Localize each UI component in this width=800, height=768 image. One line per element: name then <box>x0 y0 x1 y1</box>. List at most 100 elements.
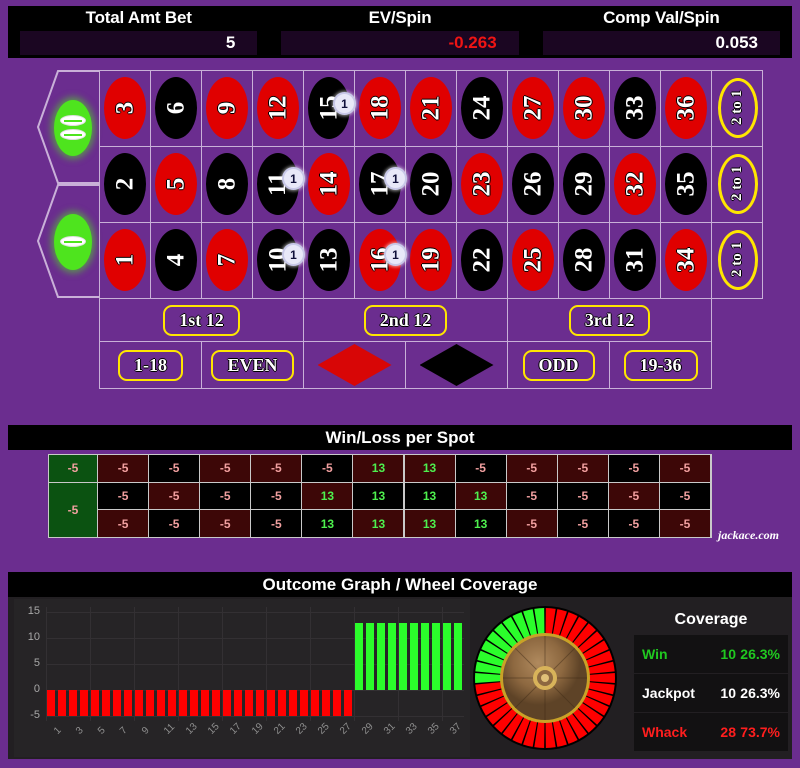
bet-spot-35[interactable]: 35 <box>661 146 711 221</box>
winloss-value: -5 <box>577 488 589 503</box>
bet-spot-odd[interactable]: ODD <box>508 342 609 388</box>
coverage-label: Win <box>634 635 706 673</box>
bet-spot-4[interactable]: 4 <box>151 222 201 297</box>
bet-spot-1[interactable]: 1 <box>100 222 150 297</box>
bet-spot-21[interactable]: 21 <box>406 70 456 145</box>
coverage-count: 10 <box>706 635 736 673</box>
winloss-cell-33: -5 <box>608 455 659 482</box>
bet-spot-13[interactable]: 13 <box>304 222 354 297</box>
bet-spot-column-3[interactable]: 2 to 1 <box>712 222 763 297</box>
number-label: 35 <box>672 171 699 196</box>
bet-spot-14[interactable]: 14 <box>304 146 354 221</box>
chart-y-tick: -5 <box>30 708 40 721</box>
winloss-value: 13 <box>320 516 335 531</box>
winloss-value: 13 <box>371 488 386 503</box>
chart-bar <box>333 689 342 716</box>
bet-spot-5[interactable]: 5 <box>151 146 201 221</box>
bet-spot-1-18[interactable]: 1-18 <box>100 342 201 388</box>
chart-gridline <box>46 715 464 717</box>
chip-split-14-17[interactable]: 1 <box>282 167 305 190</box>
winloss-cell-26: -5 <box>506 482 557 510</box>
bet-spot-red[interactable]: RED <box>304 342 405 388</box>
chip-split-18-21[interactable]: 1 <box>333 92 356 115</box>
winloss-cell-29: -5 <box>557 482 608 510</box>
bet-spot-even[interactable]: EVEN <box>202 342 303 388</box>
winloss-cell-22: 13 <box>455 510 506 537</box>
outside-bet-label: EVEN <box>211 349 294 381</box>
bet-spot-19-36[interactable]: 19-36 <box>610 342 711 388</box>
winloss-value: -5 <box>168 461 180 476</box>
bet-spot-28[interactable]: 28 <box>559 222 609 297</box>
number-label: 20 <box>417 171 444 196</box>
winloss-cell-27: -5 <box>506 455 557 482</box>
winloss-cell-2: -5 <box>98 482 149 510</box>
winloss-value: -5 <box>117 488 129 503</box>
bet-spot-34[interactable]: 34 <box>661 222 711 297</box>
bet-spot-36[interactable]: 36 <box>661 70 711 145</box>
chart-bar <box>146 689 155 716</box>
bet-spot-29[interactable]: 29 <box>559 146 609 221</box>
chart-bar <box>135 689 144 716</box>
winloss-value: 13 <box>371 461 386 476</box>
chart-bar <box>311 689 320 716</box>
chip-split-20-23[interactable]: 1 <box>384 167 407 190</box>
chart-bar <box>124 689 133 716</box>
winloss-cell-23: 13 <box>455 482 506 510</box>
bet-spot-8[interactable]: 8 <box>202 146 252 221</box>
winloss-value: 13 <box>473 488 488 503</box>
winloss-cell-10: -5 <box>251 510 302 537</box>
bet-spot-22[interactable]: 22 <box>457 222 507 297</box>
chart-x-tick: 15 <box>205 721 222 737</box>
bet-spot-double-zero[interactable]: 00 <box>45 71 100 184</box>
bet-spot-26[interactable]: 26 <box>508 146 558 221</box>
chart-x-tick: 29 <box>359 721 376 737</box>
winloss-value: -5 <box>219 461 231 476</box>
coverage-table: Coverage Win 10 26.3% Jackpot 10 26.3% Whack 28 7… <box>634 605 788 751</box>
winloss-value: -5 <box>168 516 180 531</box>
bet-spot-25[interactable]: 25 <box>508 222 558 297</box>
bet-spot-dozen-2[interactable]: 2nd 12 <box>304 299 507 341</box>
number-label: 1 <box>111 253 138 266</box>
number-label: 18 <box>366 95 393 120</box>
number-label: 5 <box>162 177 189 190</box>
bet-spot-19[interactable]: 19 <box>406 222 456 297</box>
bet-spot-6[interactable]: 6 <box>151 70 201 145</box>
bet-spot-2[interactable]: 2 <box>100 146 150 221</box>
winloss-value: -5 <box>270 516 282 531</box>
bet-spot-23[interactable]: 23 <box>457 146 507 221</box>
bet-spot-12[interactable]: 12 <box>253 70 303 145</box>
chart-bar <box>454 622 463 690</box>
number-oval: 13 <box>308 228 350 291</box>
bet-spot-column-1[interactable]: 2 to 1 <box>712 70 763 145</box>
chart-x-tick: 3 <box>73 725 86 737</box>
number-label: 2 <box>111 177 138 190</box>
bet-spot-31[interactable]: 31 <box>610 222 660 297</box>
chart-bar <box>256 689 265 716</box>
bet-spot-20[interactable]: 20 <box>406 146 456 221</box>
bet-spot-3[interactable]: 3 <box>100 70 150 145</box>
chip-split-13-16[interactable]: 1 <box>282 243 305 266</box>
bet-spot-24[interactable]: 24 <box>457 70 507 145</box>
bet-spot-33[interactable]: 33 <box>610 70 660 145</box>
number-oval: 27 <box>512 76 554 139</box>
bet-spot-27[interactable]: 27 <box>508 70 558 145</box>
bet-spot-32[interactable]: 32 <box>610 146 660 221</box>
number-oval: 30 <box>563 76 605 139</box>
chip-split-19-22[interactable]: 1 <box>384 243 407 266</box>
number-oval: 29 <box>563 152 605 215</box>
bet-spot-18[interactable]: 18 <box>355 70 405 145</box>
bet-spot-dozen-3[interactable]: 3rd 12 <box>508 299 711 341</box>
bet-spot-column-2[interactable]: 2 to 1 <box>712 146 763 221</box>
zero-oval: 0 <box>53 213 92 270</box>
bet-spot-30[interactable]: 30 <box>559 70 609 145</box>
stat-1: EV/Spin -0.263 <box>269 6 530 58</box>
chart-bar <box>410 622 419 690</box>
bet-spot-7[interactable]: 7 <box>202 222 252 297</box>
bet-spot-dozen-1[interactable]: 1st 12 <box>100 299 303 341</box>
bet-spot-zero[interactable]: 0 <box>45 185 100 298</box>
bet-spot-9[interactable]: 9 <box>202 70 252 145</box>
bet-spot-black[interactable]: BLACK <box>406 342 507 388</box>
winloss-cell-0: -5 <box>49 482 97 537</box>
number-oval: 8 <box>206 152 248 215</box>
chart-bar <box>245 689 254 716</box>
